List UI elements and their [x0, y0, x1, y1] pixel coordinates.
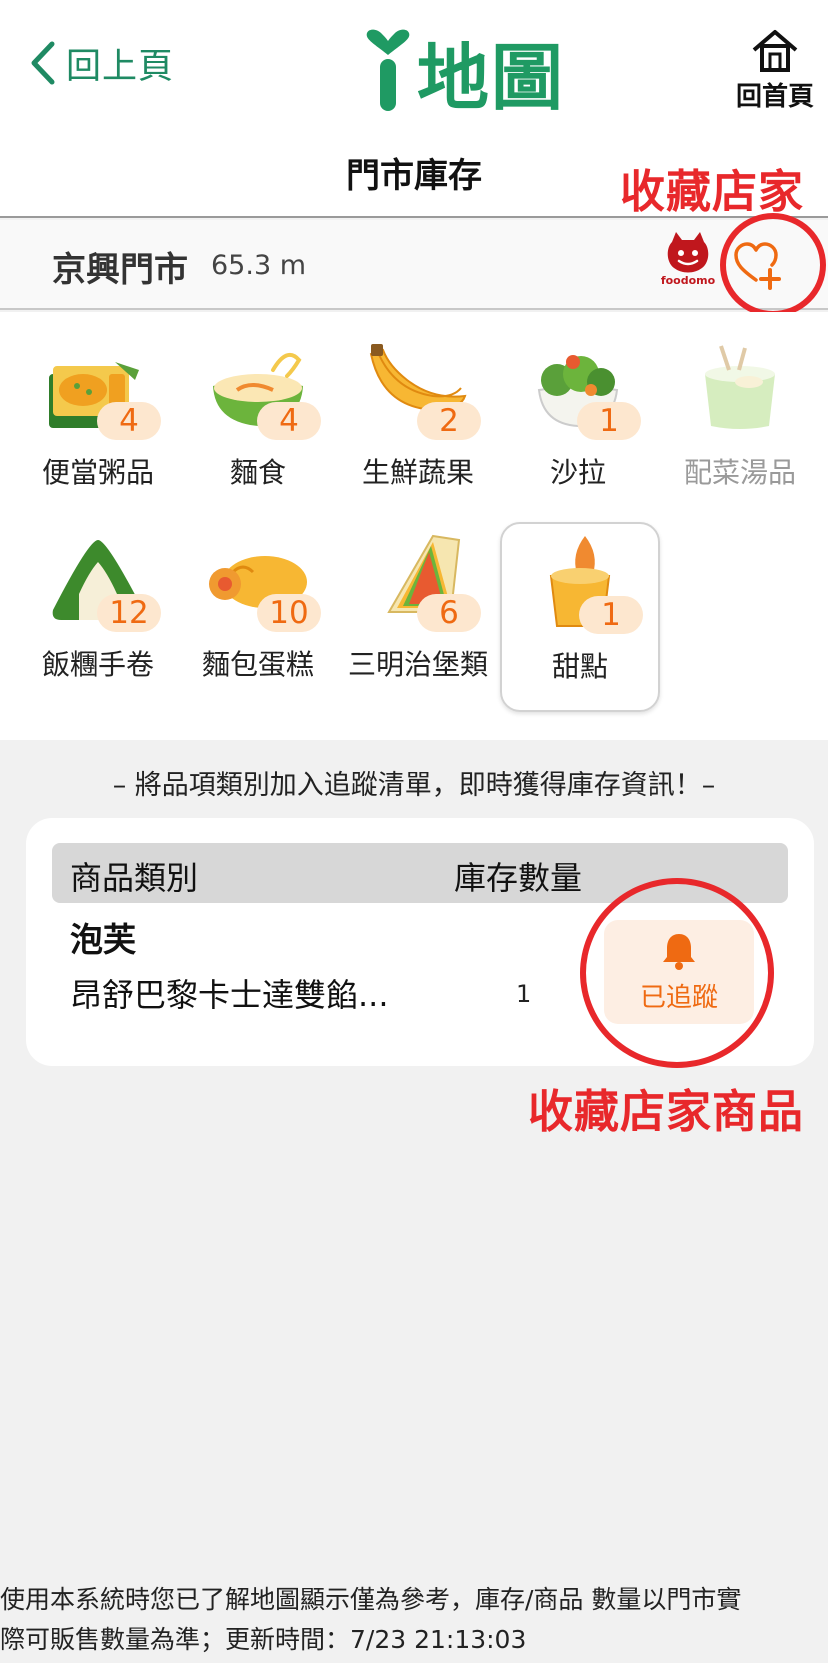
soup-cup-icon	[705, 345, 775, 429]
category-count-badge: 6	[417, 594, 481, 632]
disclaimer-line-1: 使用本系統時您已了解地圖顯示僅為參考，庫存/商品 數量以門市實	[0, 1585, 742, 1614]
category-count-badge: 1	[579, 596, 643, 634]
column-stock: 庫存數量	[454, 859, 583, 897]
chevron-left-icon	[31, 41, 55, 85]
foodomo-label: foodomo	[660, 274, 716, 287]
category-label: 配菜湯品	[683, 456, 796, 489]
category-label: 生鮮蔬果	[361, 456, 474, 489]
category-count-badge: 4	[257, 402, 321, 440]
top-bar: 回上頁 地圖 回首頁	[0, 0, 828, 120]
tracking-hint: – 將品項類別加入追蹤清單，即時獲得庫存資訊！–	[112, 770, 716, 801]
category-count-badge: 1	[577, 402, 641, 440]
home-label: 回首頁	[735, 82, 814, 112]
category-count-badge: 12	[97, 594, 161, 632]
category-produce[interactable]: 2 生鮮蔬果	[338, 312, 498, 502]
category-count-badge: 10	[257, 594, 321, 632]
disclaimer-footer: 使用本系統時您已了解地圖顯示僅為參考，庫存/商品 數量以門市實 際可販售數量為準…	[0, 1580, 828, 1663]
column-category: 商品類別	[70, 859, 199, 897]
i-map-logo-icon	[366, 29, 410, 111]
home-icon	[752, 30, 798, 72]
category-label: 便當粥品	[41, 456, 154, 489]
category-label: 甜點	[551, 650, 608, 683]
product-name[interactable]: 昂舒巴黎卡士達雙餡...	[70, 970, 389, 1016]
home-button[interactable]: 回首頁	[730, 28, 820, 113]
annotation-store-favorite: 收藏店家	[620, 165, 805, 218]
category-dessert[interactable]: 1 甜點	[500, 522, 660, 712]
app-logo: 地圖	[363, 26, 565, 120]
back-button[interactable]: 回上頁	[28, 38, 174, 88]
category-label: 麵食	[229, 456, 286, 489]
category-count-badge: 4	[97, 402, 161, 440]
product-group-title: 泡芙	[70, 920, 136, 959]
category-label: 三明治堡類	[347, 648, 488, 681]
category-salad[interactable]: 1 沙拉	[498, 312, 658, 502]
category-rice-ball[interactable]: 12 飯糰手卷	[18, 504, 178, 694]
annotation-circle-store	[720, 213, 826, 317]
category-side-soup[interactable]: 配菜湯品	[660, 312, 820, 502]
category-bento[interactable]: 4 便當粥品	[18, 312, 178, 502]
category-label: 麵包蛋糕	[201, 648, 314, 681]
category-label: 沙拉	[549, 456, 606, 489]
product-quantity: 1	[516, 980, 532, 1008]
category-grid: 4 便當粥品 4 麵食 2 生鮮蔬果 1 沙拉 配菜湯品 12 飯糰手卷 10 …	[0, 312, 828, 740]
annotation-product-favorite: 收藏店家商品	[528, 1085, 805, 1138]
category-label: 飯糰手卷	[41, 648, 154, 681]
category-count-badge: 2	[417, 402, 481, 440]
store-name: 京興門市	[52, 250, 188, 290]
store-bar: 京興門市 65.3 m foodomo	[0, 220, 828, 310]
logo-text: 地圖	[417, 35, 566, 120]
annotation-circle-product	[580, 878, 774, 1068]
category-noodles[interactable]: 4 麵食	[178, 312, 338, 502]
store-distance: 65.3 m	[211, 250, 307, 281]
category-bread[interactable]: 10 麵包蛋糕	[178, 504, 338, 694]
foodomo-logo-icon	[667, 232, 709, 273]
back-label: 回上頁	[66, 46, 175, 87]
category-sandwich[interactable]: 6 三明治堡類	[338, 504, 498, 694]
disclaimer-line-2: 際可販售數量為準；更新時間：7/23 21:13:03	[0, 1625, 527, 1654]
foodomo-button[interactable]: foodomo	[660, 228, 716, 298]
